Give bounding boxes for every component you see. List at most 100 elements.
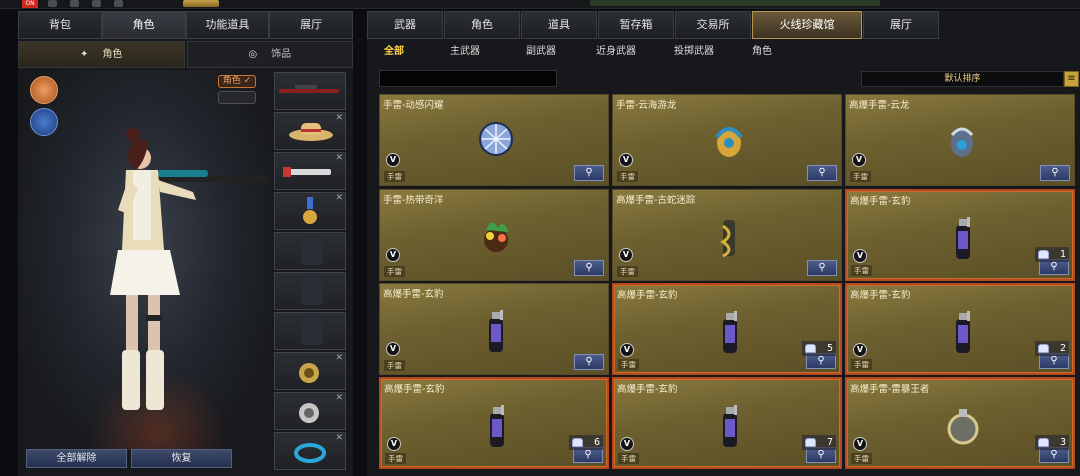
- item-name: 高爆手雷-玄豹: [383, 289, 444, 300]
- vip-badge-icon: V: [386, 153, 400, 167]
- item-card[interactable]: 高爆手雷-古蛇迷踪 V 手雷 ⚲: [612, 189, 842, 281]
- item-type-tag: 手雷: [617, 266, 638, 277]
- slot-medal[interactable]: ✕: [274, 192, 346, 230]
- inspect-button[interactable]: ⚲: [574, 260, 604, 276]
- sort-menu-icon[interactable]: ≡: [1064, 71, 1079, 87]
- subtab-label: 角色: [102, 49, 123, 60]
- item-name: 手雷-云海游龙: [616, 100, 677, 111]
- character-icon: ✦: [80, 49, 89, 60]
- character-preview[interactable]: 角色 ✓: [18, 70, 273, 450]
- subtab-character[interactable]: ✦ 角色: [18, 41, 185, 68]
- toolbar-icon[interactable]: [92, 0, 101, 7]
- search-input[interactable]: [379, 70, 557, 87]
- inspect-button[interactable]: ⚲: [574, 354, 604, 370]
- tab-function-items[interactable]: 功能道具: [185, 11, 270, 39]
- slot-empty[interactable]: [274, 232, 346, 270]
- restore-button[interactable]: 恢复: [131, 449, 232, 468]
- tab-weapons[interactable]: 武器: [367, 11, 443, 39]
- item-name: 高爆手雷-雷暴王者: [850, 384, 930, 395]
- item-card[interactable]: 高爆手雷-玄豹 V 手雷 ⚲: [379, 283, 609, 375]
- item-card[interactable]: 手雷-动感闪耀 V 手雷 ⚲: [379, 94, 609, 186]
- category-melee[interactable]: 近身武器: [579, 40, 653, 64]
- box-icon: [805, 344, 816, 353]
- item-card[interactable]: 高爆手雷-云龙 V 手雷 ⚲: [845, 94, 1075, 186]
- item-card[interactable]: 高爆手雷-玄豹 V 手雷 ⚲ 5: [612, 283, 842, 375]
- stack-number: 2: [1059, 343, 1066, 354]
- vip-badge-icon: V: [620, 343, 634, 357]
- category-all[interactable]: 全部: [367, 40, 421, 64]
- item-type-tag: 手雷: [384, 266, 405, 277]
- tab-character[interactable]: 角色: [101, 11, 186, 39]
- sort-dropdown[interactable]: 默认排序: [861, 71, 1064, 87]
- close-icon[interactable]: ✕: [335, 113, 343, 123]
- tab-storage[interactable]: 暂存箱: [598, 11, 674, 39]
- item-name: 手雷-动感闪耀: [383, 100, 444, 111]
- inspect-button[interactable]: ⚲: [807, 260, 837, 276]
- tab-exchange[interactable]: 交易所: [675, 11, 751, 39]
- slot-blade[interactable]: ✕: [274, 152, 346, 190]
- item-type-tag: 手雷: [850, 171, 871, 182]
- close-icon[interactable]: ✕: [335, 153, 343, 163]
- toolbar-icon[interactable]: [70, 0, 79, 7]
- stack-count: 6: [569, 435, 603, 450]
- role-badge[interactable]: 角色 ✓: [218, 75, 256, 88]
- vip-badge-icon: V: [387, 437, 401, 451]
- close-icon[interactable]: ✕: [335, 433, 343, 443]
- tab-showroom[interactable]: 展厅: [269, 11, 353, 39]
- subtab-accessory[interactable]: ◎ 饰品: [186, 41, 353, 68]
- empty-slot-icon: [301, 279, 323, 305]
- slot-pendant[interactable]: ✕: [274, 392, 346, 430]
- grenade-icon: [484, 222, 508, 252]
- category-throwable[interactable]: 投掷武器: [657, 40, 731, 64]
- item-name: 高爆手雷-玄豹: [850, 290, 911, 301]
- unequip-all-button[interactable]: 全部解除: [26, 449, 127, 468]
- team-icon[interactable]: [30, 108, 58, 136]
- item-card[interactable]: 高爆手雷-雷暴王者 V 手雷 ⚲ 3: [845, 377, 1075, 469]
- item-card[interactable]: 高爆手雷-玄豹 V 手雷 ⚲ 2: [845, 283, 1075, 375]
- faction-icon[interactable]: [30, 76, 58, 104]
- item-card[interactable]: 手雷-云海游龙 V 手雷 ⚲: [612, 94, 842, 186]
- tab-characters[interactable]: 角色: [444, 11, 520, 39]
- tab-items[interactable]: 道具: [521, 11, 597, 39]
- tab-backpack[interactable]: 背包: [18, 11, 102, 39]
- category-secondary[interactable]: 副武器: [509, 40, 573, 64]
- inspect-button[interactable]: ⚲: [807, 165, 837, 181]
- toolbar-icon[interactable]: [114, 0, 123, 7]
- category-primary[interactable]: 主武器: [433, 40, 497, 64]
- inspect-button[interactable]: ⚲: [574, 165, 604, 181]
- role-badge-secondary[interactable]: [218, 91, 256, 104]
- right-tabs: 武器 角色 道具 暂存箱 交易所 火线珍藏馆 展厅: [367, 11, 940, 39]
- vip-badge-icon: V: [386, 248, 400, 262]
- tab-collection[interactable]: 火线珍藏馆: [752, 11, 862, 39]
- tab-gallery[interactable]: 展厅: [863, 11, 939, 39]
- category-character[interactable]: 角色: [735, 40, 789, 64]
- item-name: 高爆手雷-云龙: [849, 100, 910, 111]
- item-card[interactable]: 高爆手雷-玄豹 V 手雷 ⚲ 7: [612, 377, 842, 469]
- item-name: 高爆手雷-玄豹: [617, 290, 678, 301]
- item-card[interactable]: 高爆手雷-玄豹 V 手雷 ⚲ 6: [379, 377, 609, 469]
- slot-primary-weapon[interactable]: [274, 72, 346, 110]
- category-bar: 全部 主武器 副武器 近身武器 投掷武器 角色: [367, 40, 1080, 64]
- slot-pendant[interactable]: ✕: [274, 352, 346, 390]
- slot-hat[interactable]: ✕: [274, 112, 346, 150]
- close-icon[interactable]: ✕: [335, 353, 343, 363]
- stack-count: 2: [1035, 341, 1069, 356]
- close-icon[interactable]: ✕: [335, 393, 343, 403]
- slot-empty[interactable]: [274, 272, 346, 310]
- stack-number: 3: [1059, 437, 1066, 448]
- close-icon[interactable]: ✕: [335, 193, 343, 203]
- grenade-icon: [489, 310, 503, 352]
- grenade-icon: [490, 405, 504, 447]
- character-panel: 背包 角色 功能道具 展厅 ✦ 角色 ◎ 饰品 角色 ✓ ✕ ✕ ✕ ✕ ✕ ✕…: [18, 11, 353, 476]
- slot-bracelet[interactable]: ✕: [274, 432, 346, 470]
- inspect-button[interactable]: ⚲: [1040, 165, 1070, 181]
- toolbar-icon[interactable]: [48, 0, 57, 7]
- item-card[interactable]: 高爆手雷-玄豹 V 手雷 ⚲ 1: [845, 189, 1075, 281]
- item-card[interactable]: 手雷-热带奇洋 V 手雷 ⚲: [379, 189, 609, 281]
- item-type-tag: 手雷: [384, 171, 405, 182]
- slot-empty[interactable]: [274, 312, 346, 350]
- inventory-panel: 武器 角色 道具 暂存箱 交易所 火线珍藏馆 展厅 全部 主武器 副武器 近身武…: [367, 11, 1080, 476]
- item-name: 手雷-热带奇洋: [383, 195, 444, 206]
- item-type-tag: 手雷: [851, 359, 872, 370]
- magnifier-icon: ⚲: [1050, 261, 1058, 272]
